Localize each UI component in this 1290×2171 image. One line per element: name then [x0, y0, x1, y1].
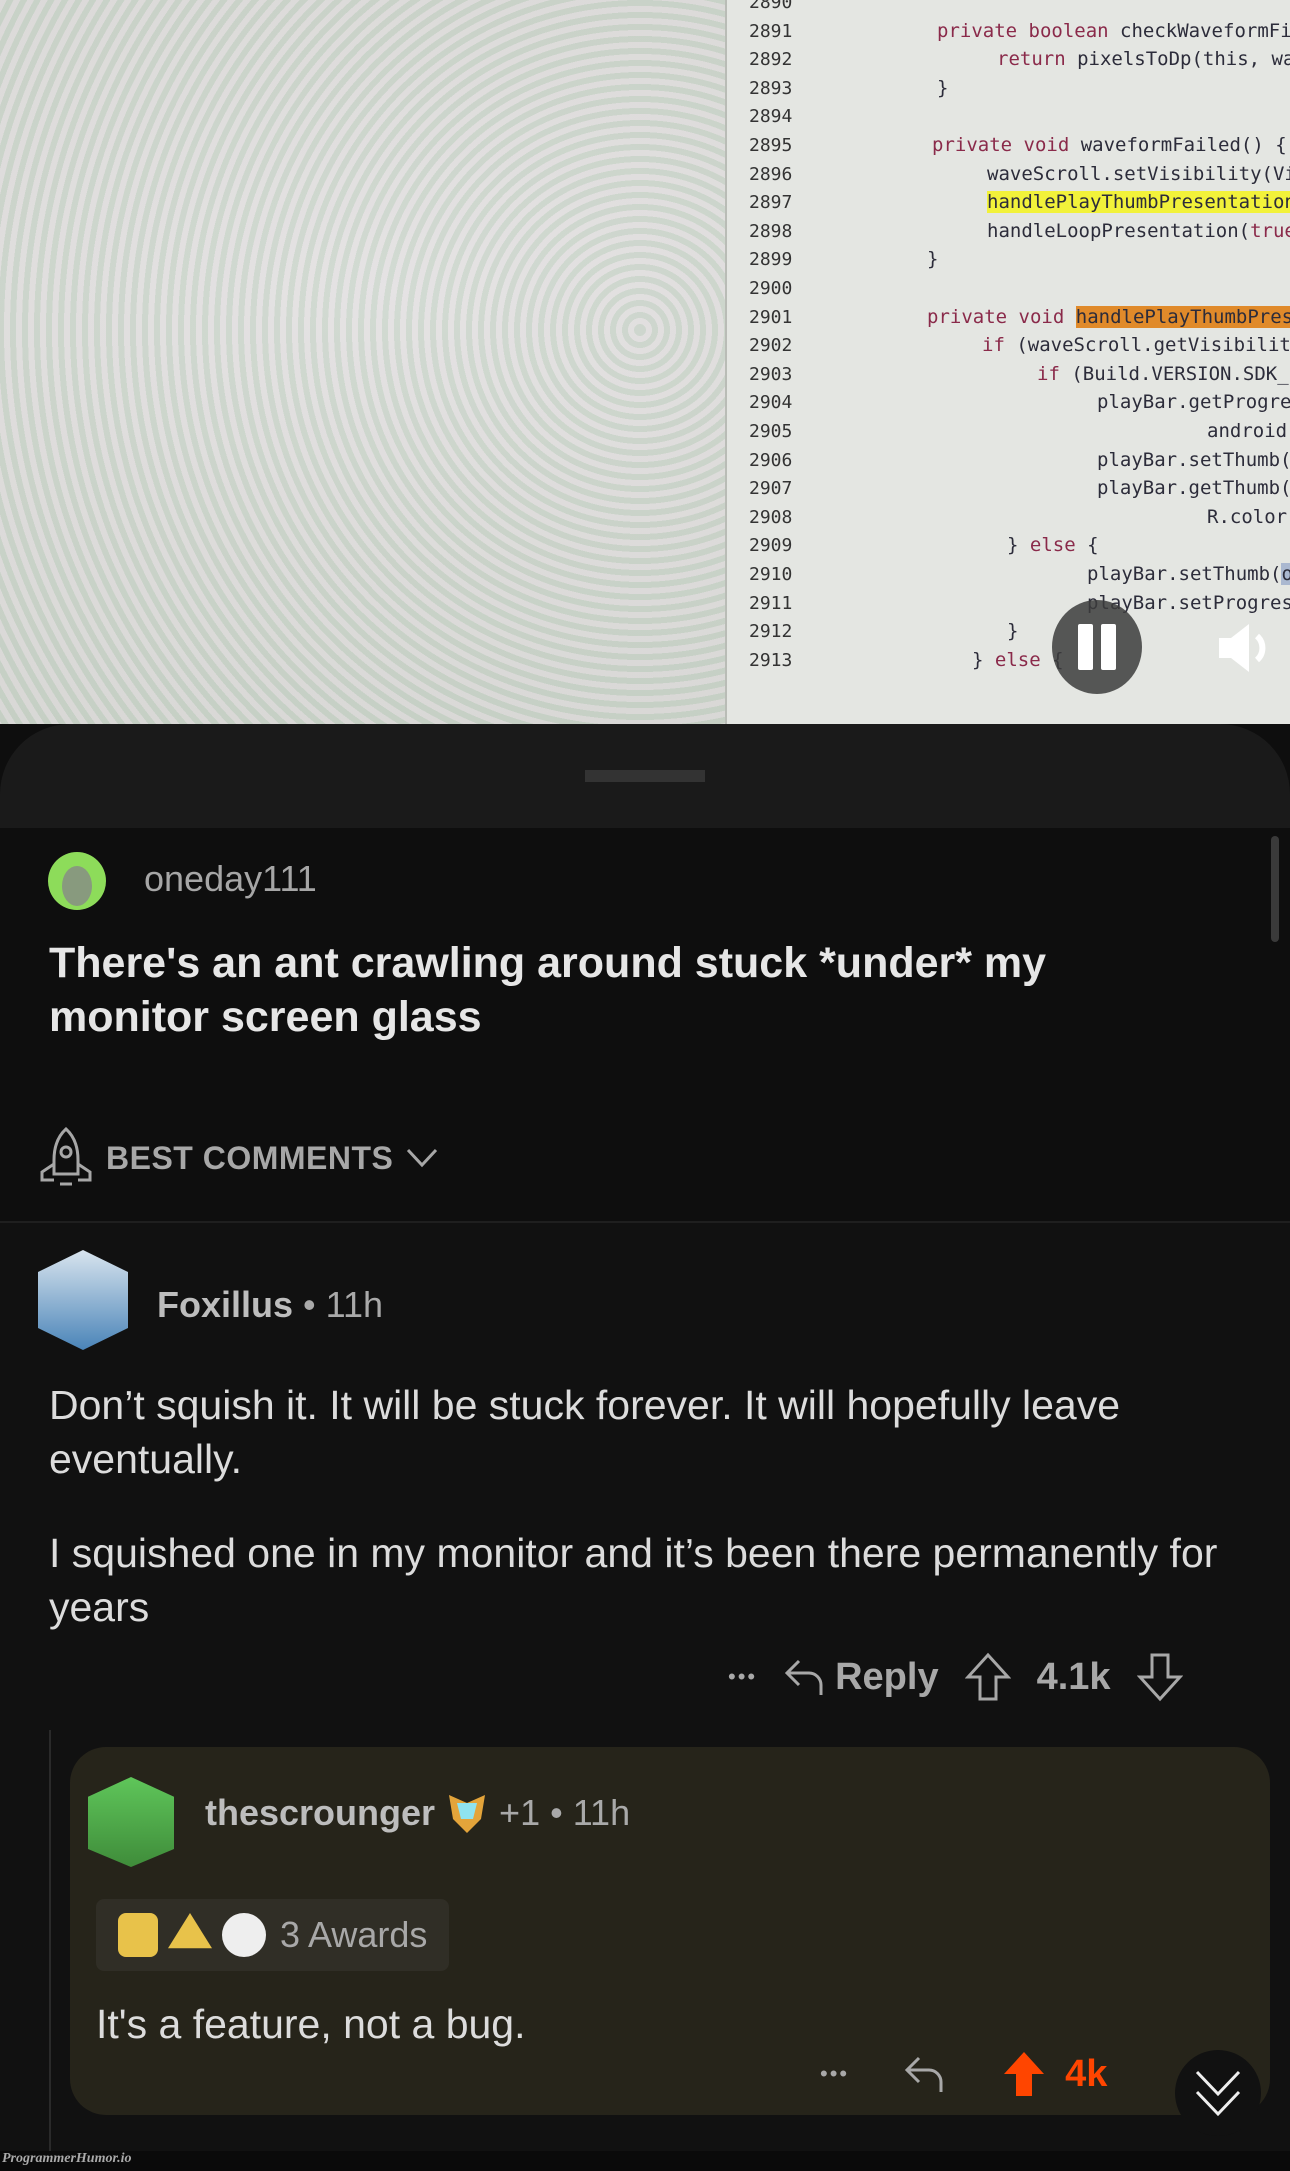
code-line: } else {: [1007, 534, 1099, 557]
comment-time: • 11h: [303, 1284, 384, 1325]
more-options-button[interactable]: •••: [820, 2061, 849, 2087]
flair-badge-icon: [449, 1795, 486, 1833]
thread-line[interactable]: [49, 1730, 51, 2171]
code-line: } else {: [972, 648, 1064, 671]
line-number: 2891: [749, 20, 793, 42]
downvote-icon[interactable]: [1136, 1652, 1183, 1702]
code-line: playBar.getProgressDrawab: [1097, 391, 1290, 414]
code-line: return pixelsToDp(this, waveSc: [997, 48, 1290, 71]
code-line: }: [937, 76, 949, 99]
comment-author-line: thescrounger +1 • 11h: [205, 1791, 630, 1835]
line-number: 2900: [749, 278, 793, 299]
code-line: playBar.setThumb(originalThu: [1087, 563, 1290, 585]
drag-handle[interactable]: [585, 770, 705, 782]
line-number: 2909: [749, 535, 793, 557]
line-number: 2890: [749, 0, 793, 13]
line-number: 2902: [749, 335, 793, 357]
line-number: 2892: [749, 49, 793, 71]
line-number: 2897: [749, 192, 793, 214]
line-number: 2911: [749, 592, 793, 614]
scrollbar[interactable]: [1271, 836, 1279, 942]
code-editor-frame: 2890 2891 private boolean checkWaveformFit…: [725, 0, 1290, 724]
line-number: 2898: [749, 220, 793, 242]
vote-score: 4.1k: [1036, 1655, 1111, 1698]
line-number: 2905: [749, 421, 793, 442]
sort-dropdown[interactable]: BEST COMMENTS: [38, 1126, 439, 1190]
bottom-sheet: [0, 724, 1290, 828]
code-line: private void handlePlayThumbPresenta: [927, 305, 1290, 328]
code-line: R.color.md_grey_200: [1207, 505, 1290, 528]
reply-icon: [784, 1659, 823, 1695]
code-line: private void waveformFailed() {: [932, 134, 1287, 156]
reply-comment: thescrounger +1 • 11h 3 Awards It's a fe…: [70, 1747, 1270, 2115]
pause-icon[interactable]: [1052, 600, 1142, 694]
volume-icon[interactable]: [1215, 620, 1275, 676]
reply-button[interactable]: Reply: [783, 1655, 939, 1699]
comment-author[interactable]: Foxillus: [157, 1284, 293, 1325]
line-number: 2893: [749, 77, 793, 99]
rocket-icon: [40, 1126, 92, 1186]
line-number: 2912: [749, 621, 793, 643]
code-line: android.R.color.tr: [1207, 420, 1290, 442]
awards-count: 3 Awards: [280, 1914, 428, 1955]
line-number: 2903: [749, 363, 793, 385]
chevron-down-icon: [407, 1148, 438, 1168]
award-star-icon: [118, 1913, 158, 1957]
awards-badge[interactable]: 3 Awards: [96, 1899, 450, 1971]
post-author[interactable]: oneday111: [144, 858, 317, 900]
code-line: handleLoopPresentation(true);: [987, 219, 1290, 242]
line-number: 2908: [749, 506, 793, 528]
comment-body: It's a feature, not a bug.: [96, 2001, 526, 2047]
code-line: private boolean checkWaveformFits(: [937, 19, 1290, 42]
upvote-icon[interactable]: [964, 1652, 1011, 1702]
reply-label: Reply: [835, 1655, 939, 1698]
line-number: 2901: [749, 306, 793, 328]
more-options-button[interactable]: •••: [728, 1664, 757, 1690]
comment-paragraph: I squished one in my monitor and it’s be…: [49, 1530, 1218, 1630]
vote-score: 4k: [1065, 2052, 1108, 2095]
comment-paragraph: Don’t squish it. It will be stuck foreve…: [49, 1382, 1121, 1482]
comment-body: Don’t squish it. It will be stuck foreve…: [49, 1378, 1229, 1634]
scroll-down-button[interactable]: [1175, 2050, 1261, 2136]
line-number: 2906: [749, 449, 793, 471]
line-number: 2896: [749, 163, 793, 185]
line-number: 2910: [749, 564, 793, 585]
code-line: }: [927, 248, 939, 271]
code-line: waveScroll.setVisibility(View.G: [987, 162, 1290, 185]
line-number: 2899: [749, 249, 793, 271]
code-line: playBar.setThumb(Resources: [1097, 448, 1290, 471]
code-line: }: [1007, 620, 1019, 643]
footer-bar: [0, 2151, 1290, 2171]
code-line: handlePlayThumbPresentation();: [987, 191, 1290, 214]
code-line: playBar.getThumb().setColor: [1097, 477, 1290, 500]
line-number: 2913: [749, 649, 793, 671]
award-pyramid-icon: [168, 1913, 212, 1949]
comment-author[interactable]: thescrounger: [205, 1792, 435, 1834]
comment-author-line: Foxillus • 11h: [157, 1284, 383, 1326]
watermark: ProgrammerHumor.io: [2, 2151, 132, 2166]
comment-actions: ••• Reply 4.1k: [728, 1652, 1183, 1702]
award-snoo-icon: [222, 1913, 266, 1957]
code-line: if (Build.VERSION.SDK_INT <=: [1037, 362, 1290, 385]
reply-icon[interactable]: [903, 2052, 947, 2096]
post-title: There's an ant crawling around stuck *un…: [49, 939, 1047, 1041]
comment-time: +1 • 11h: [499, 1792, 631, 1833]
line-number: 2895: [749, 135, 793, 156]
double-chevron-down-icon: [1195, 2070, 1241, 2117]
sort-label: BEST COMMENTS: [106, 1139, 394, 1176]
comment-actions: ••• 4k: [820, 2049, 1107, 2099]
vote-controls: 4k: [1001, 2049, 1107, 2099]
avatar[interactable]: [88, 1777, 174, 1867]
video-player[interactable]: 2890 2891 private boolean checkWaveformFit…: [0, 0, 1290, 724]
upvote-icon[interactable]: [1001, 2049, 1047, 2099]
line-number: 2904: [749, 392, 793, 414]
video-frame-moire: [0, 0, 730, 724]
line-number: 2894: [749, 106, 793, 128]
avatar[interactable]: [48, 852, 106, 910]
code-line: if (waveScroll.getVisibility() ==: [982, 334, 1290, 357]
line-number: 2907: [749, 478, 793, 500]
